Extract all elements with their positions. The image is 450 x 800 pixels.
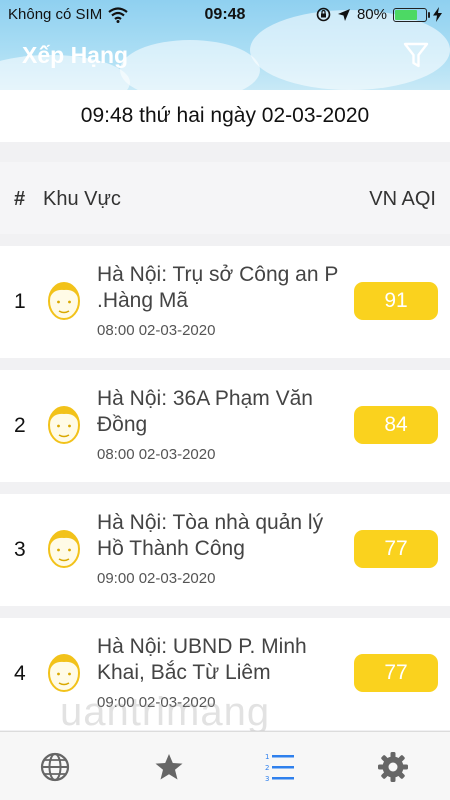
watermark: uantrimang xyxy=(60,690,271,734)
svg-text:2: 2 xyxy=(265,764,269,772)
aqi-badge: 77 xyxy=(354,530,438,568)
battery-percent: 80% xyxy=(356,6,387,23)
station-name: Hà Nội: UBND P. Minh Khai, Bắc Từ Liêm xyxy=(97,635,307,684)
face-icon xyxy=(48,406,80,444)
location-arrow-icon xyxy=(337,8,350,21)
page-title: Xếp Hạng xyxy=(22,42,129,68)
aqi-badge: 77 xyxy=(354,654,438,692)
rank-column-header: # xyxy=(14,188,26,210)
tab-bar: 1 2 3 xyxy=(0,731,450,800)
table-row[interactable]: 2 Hà Nội: 36A Phạm Văn Đồng 08:00 02-03-… xyxy=(0,370,450,482)
globe-icon xyxy=(40,752,70,782)
tab-settings[interactable] xyxy=(376,750,410,784)
face-icon xyxy=(48,530,80,568)
aqi-badge: 84 xyxy=(354,406,438,444)
row-rank: 2 xyxy=(14,414,26,437)
date-line: 09:48 thứ hai ngày 02-03-2020 xyxy=(0,90,450,142)
charging-icon xyxy=(433,7,442,22)
area-column-header: Khu Vực xyxy=(43,188,121,210)
battery-level xyxy=(395,9,418,20)
svg-text:3: 3 xyxy=(265,775,269,783)
table-header: # Khu Vực VN AQI xyxy=(0,162,450,234)
gear-icon xyxy=(378,752,408,782)
station-name: Hà Nội: 36A Phạm Văn Đồng xyxy=(97,387,313,436)
station-time: 08:00 02-03-2020 xyxy=(97,446,216,463)
svg-text:1: 1 xyxy=(265,753,269,761)
filter-icon xyxy=(403,42,429,68)
tab-favorites[interactable] xyxy=(152,750,186,784)
face-icon xyxy=(48,654,80,692)
station-time: 09:00 02-03-2020 xyxy=(97,570,216,587)
rotation-lock-icon xyxy=(316,7,331,22)
station-time: 08:00 02-03-2020 xyxy=(97,322,216,339)
tab-map[interactable] xyxy=(38,750,72,784)
star-icon xyxy=(155,754,183,780)
battery-icon xyxy=(393,7,430,22)
row-rank: 3 xyxy=(14,538,26,561)
station-name: Hà Nội: Trụ sở Công an P .Hàng Mã xyxy=(97,263,338,312)
face-icon xyxy=(48,282,80,320)
tab-ranking[interactable]: 1 2 3 xyxy=(263,750,297,784)
status-bar: Không có SIM 09:48 80% xyxy=(0,0,450,30)
ranking-list-icon: 1 2 3 xyxy=(265,753,294,783)
table-row[interactable]: 3 Hà Nội: Tòa nhà quản lý Hồ Thành Công … xyxy=(0,494,450,606)
aqi-column-header: VN AQI xyxy=(369,188,436,210)
table-row[interactable]: 1 Hà Nội: Trụ sở Công an P .Hàng Mã 08:0… xyxy=(0,246,450,358)
station-name: Hà Nội: Tòa nhà quản lý Hồ Thành Công xyxy=(97,511,324,560)
header: Không có SIM 09:48 80% Xếp Hạng xyxy=(0,0,450,90)
aqi-badge: 91 xyxy=(354,282,438,320)
row-rank: 1 xyxy=(14,290,26,313)
filter-button[interactable] xyxy=(402,40,430,70)
row-rank: 4 xyxy=(14,662,26,685)
cloud-decoration xyxy=(120,40,260,90)
